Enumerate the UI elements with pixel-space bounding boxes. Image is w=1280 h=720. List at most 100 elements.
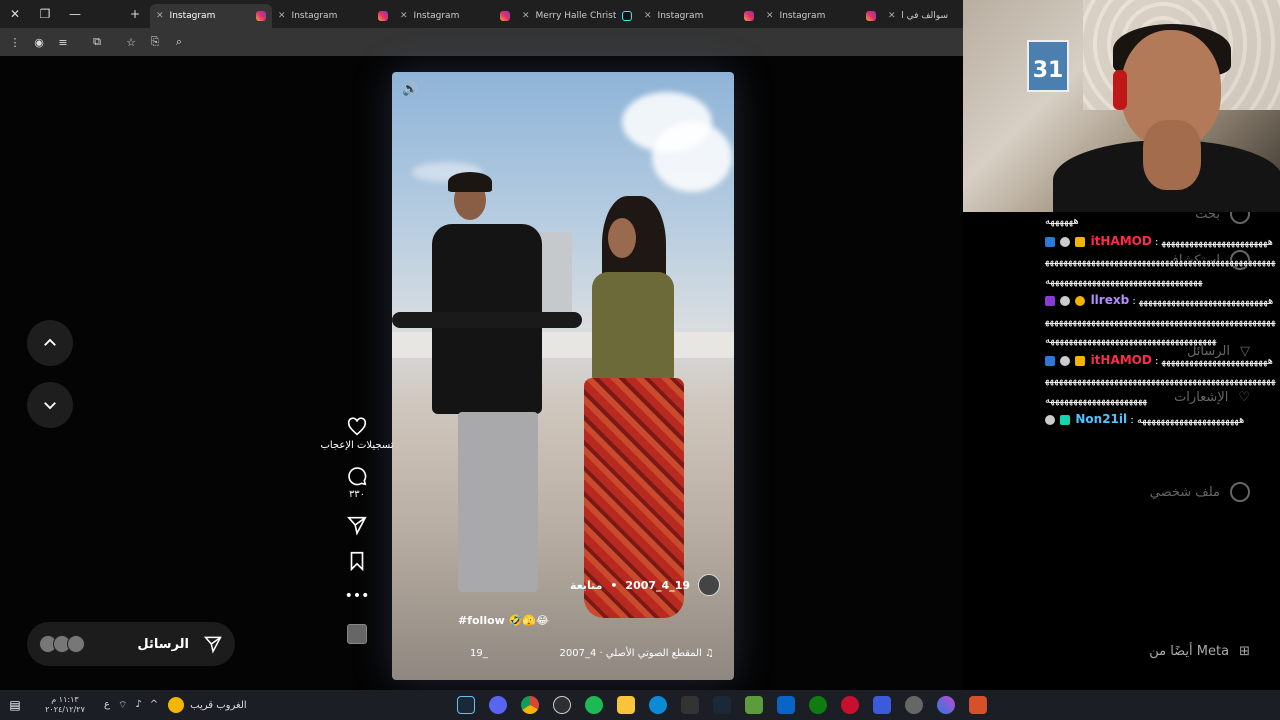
- more-button[interactable]: •••: [345, 586, 370, 604]
- chat-username[interactable]: llrexb: [1091, 293, 1130, 307]
- terminal-icon[interactable]: [680, 696, 699, 714]
- tab-label: Instagram: [169, 11, 216, 21]
- language-indicator[interactable]: ع: [104, 699, 110, 712]
- previous-reel-button[interactable]: [27, 320, 73, 366]
- messages-label: الرسائل: [137, 636, 189, 652]
- badge-icon: [1060, 355, 1071, 366]
- copilot-icon[interactable]: [936, 696, 955, 714]
- steam-icon[interactable]: [712, 696, 731, 714]
- sidebar-item-meta[interactable]: أيضًا من Meta ⊞: [1149, 644, 1250, 659]
- chat-text: ههههههه: [1045, 216, 1079, 227]
- share-button[interactable]: [346, 514, 368, 536]
- new-tab-icon[interactable]: +: [120, 0, 150, 28]
- tab-label: Instagram: [657, 11, 704, 21]
- clock-time: ١١:١٣ م: [51, 695, 79, 704]
- xbox-icon[interactable]: [808, 696, 827, 714]
- minecraft-icon[interactable]: [744, 696, 763, 714]
- calendar-icon[interactable]: [776, 696, 795, 714]
- taskbar-clock[interactable]: ١١:١٣ م ٢٠٢٤/١٢/٢٧: [30, 695, 100, 715]
- jersey-frame: 31: [1027, 40, 1069, 92]
- badge-icon: [1045, 296, 1055, 306]
- close-window-icon[interactable]: ✕: [0, 0, 30, 28]
- zoom-icon[interactable]: ⌕: [172, 35, 186, 49]
- tab-label: Merry Halle Christmas: [535, 11, 616, 21]
- send-icon: [203, 636, 222, 654]
- streamer-hand: [1143, 120, 1201, 190]
- woman-face: [608, 218, 636, 258]
- messages-pill[interactable]: الرسائل: [27, 622, 235, 666]
- instagram-icon: [256, 11, 266, 21]
- follow-button[interactable]: متابعة: [570, 579, 602, 592]
- save-button[interactable]: [346, 550, 368, 572]
- like-button[interactable]: تسجيلات الإعجاب: [320, 416, 394, 451]
- menu-dots-icon[interactable]: ⋮: [8, 36, 22, 49]
- reel-username[interactable]: 2007_4_19: [625, 579, 690, 592]
- tab-close-icon[interactable]: ✕: [888, 11, 896, 21]
- man-arms: [392, 312, 582, 328]
- chat-username[interactable]: itHAMOD: [1091, 234, 1152, 248]
- audio-thumbnail[interactable]: [347, 624, 367, 644]
- profile-icon[interactable]: ◉: [32, 36, 46, 49]
- tab-close-icon[interactable]: ✕: [644, 11, 652, 21]
- audio-label: 2007_4 · المقطع الصوتي الأصلي: [559, 648, 702, 659]
- tab-close-icon[interactable]: ✕: [156, 11, 164, 21]
- obs-icon[interactable]: [552, 696, 571, 714]
- webcam-overlay: 31: [963, 0, 1280, 212]
- app-icon[interactable]: [872, 696, 891, 714]
- tab-close-icon[interactable]: ✕: [400, 11, 408, 21]
- tab-bar: ✕ ❐ — + ✕ Instagram ✕ Instagram ✕ Instag…: [0, 0, 963, 28]
- tab-close-icon[interactable]: ✕: [766, 11, 774, 21]
- comment-button[interactable]: ٣٣٠: [346, 465, 368, 500]
- browser-tab[interactable]: ✕ Instagram: [272, 4, 394, 28]
- edge-icon[interactable]: [648, 696, 667, 714]
- browser-tab[interactable]: ✕ Instagram: [638, 4, 760, 28]
- badge-icon: [1045, 355, 1055, 366]
- instagram-reels-page: 🔊 متابعة • 2007_4_19 #follow 🤣🫣😂 19_ 200…: [0, 56, 963, 690]
- browser-tab[interactable]: ✕ Instagram: [150, 4, 272, 28]
- volume-icon[interactable]: ♪: [135, 699, 141, 712]
- minimize-window-icon[interactable]: —: [60, 0, 90, 28]
- chat-username[interactable]: itHAMOD: [1091, 353, 1152, 367]
- screenshot-icon[interactable]: ⎘: [148, 35, 162, 49]
- badge-icon: [1075, 296, 1086, 306]
- settings-icon[interactable]: [904, 696, 923, 714]
- weather-widget[interactable]: الغروب قريب: [168, 697, 247, 713]
- chat-message: ههههههه: [1045, 212, 1277, 232]
- steam-icon[interactable]: [456, 696, 475, 714]
- browser-tab[interactable]: ✕ Merry Halle Christmas: [516, 4, 638, 28]
- system-tray: ع ⌔ ♪ ^: [104, 699, 158, 712]
- bookmark-star-icon[interactable]: ☆: [124, 36, 138, 49]
- clock-date: ٢٠٢٤/١٢/٢٧: [45, 705, 85, 714]
- cloud-shape: [652, 122, 732, 192]
- sound-icon[interactable]: 🔊: [402, 82, 422, 102]
- instagram-sidebar: بحث استكشاف الرسائل ▽ الإشعارات ♡ ملف شخصي…: [963, 212, 1280, 690]
- reel-video[interactable]: 🔊 متابعة • 2007_4_19 #follow 🤣🫣😂 19_ 200…: [392, 72, 734, 680]
- wifi-icon[interactable]: ⌔: [118, 699, 127, 712]
- file-explorer-icon[interactable]: [616, 696, 635, 714]
- sidebar-item-profile[interactable]: ملف شخصي: [1150, 482, 1250, 502]
- browser-tab[interactable]: ✕ Instagram: [760, 4, 882, 28]
- spotify-icon[interactable]: [584, 696, 603, 714]
- browser-tab[interactable]: ✕ Instagram: [394, 4, 516, 28]
- app-icon[interactable]: [968, 696, 987, 714]
- reel-audio[interactable]: 2007_4 · المقطع الصوتي الأصلي ♫: [560, 648, 714, 659]
- extensions-icon[interactable]: ⧉: [90, 35, 104, 49]
- man-hair: [448, 172, 492, 192]
- browser-tab[interactable]: ✕ سوالف في الدا: [882, 4, 954, 28]
- author-avatar[interactable]: [698, 574, 720, 596]
- chevron-up-icon[interactable]: ^: [150, 699, 158, 712]
- taskbar: ▤ ١١:١٣ م ٢٠٢٤/١٢/٢٧ ع ⌔ ♪ ^ الغروب قريب: [0, 690, 1280, 720]
- reel-caption: #follow 🤣🫣😂: [458, 614, 549, 627]
- app-icon[interactable]: [840, 696, 859, 714]
- chat-username[interactable]: Non21il: [1075, 412, 1127, 426]
- notification-icon[interactable]: ▤: [0, 698, 30, 712]
- stream-chat: ههههههه itHAMOD : هههههههههههههههههههههه…: [1045, 212, 1277, 431]
- restore-window-icon[interactable]: ❐: [30, 0, 60, 28]
- discord-icon[interactable]: [488, 696, 507, 714]
- tab-close-icon[interactable]: ✕: [278, 11, 286, 21]
- tab-close-icon[interactable]: ✕: [522, 11, 530, 21]
- next-reel-button[interactable]: [27, 382, 73, 428]
- chrome-icon[interactable]: [520, 696, 539, 714]
- reading-list-icon[interactable]: ≡: [56, 36, 70, 49]
- message-avatars: [39, 635, 85, 653]
